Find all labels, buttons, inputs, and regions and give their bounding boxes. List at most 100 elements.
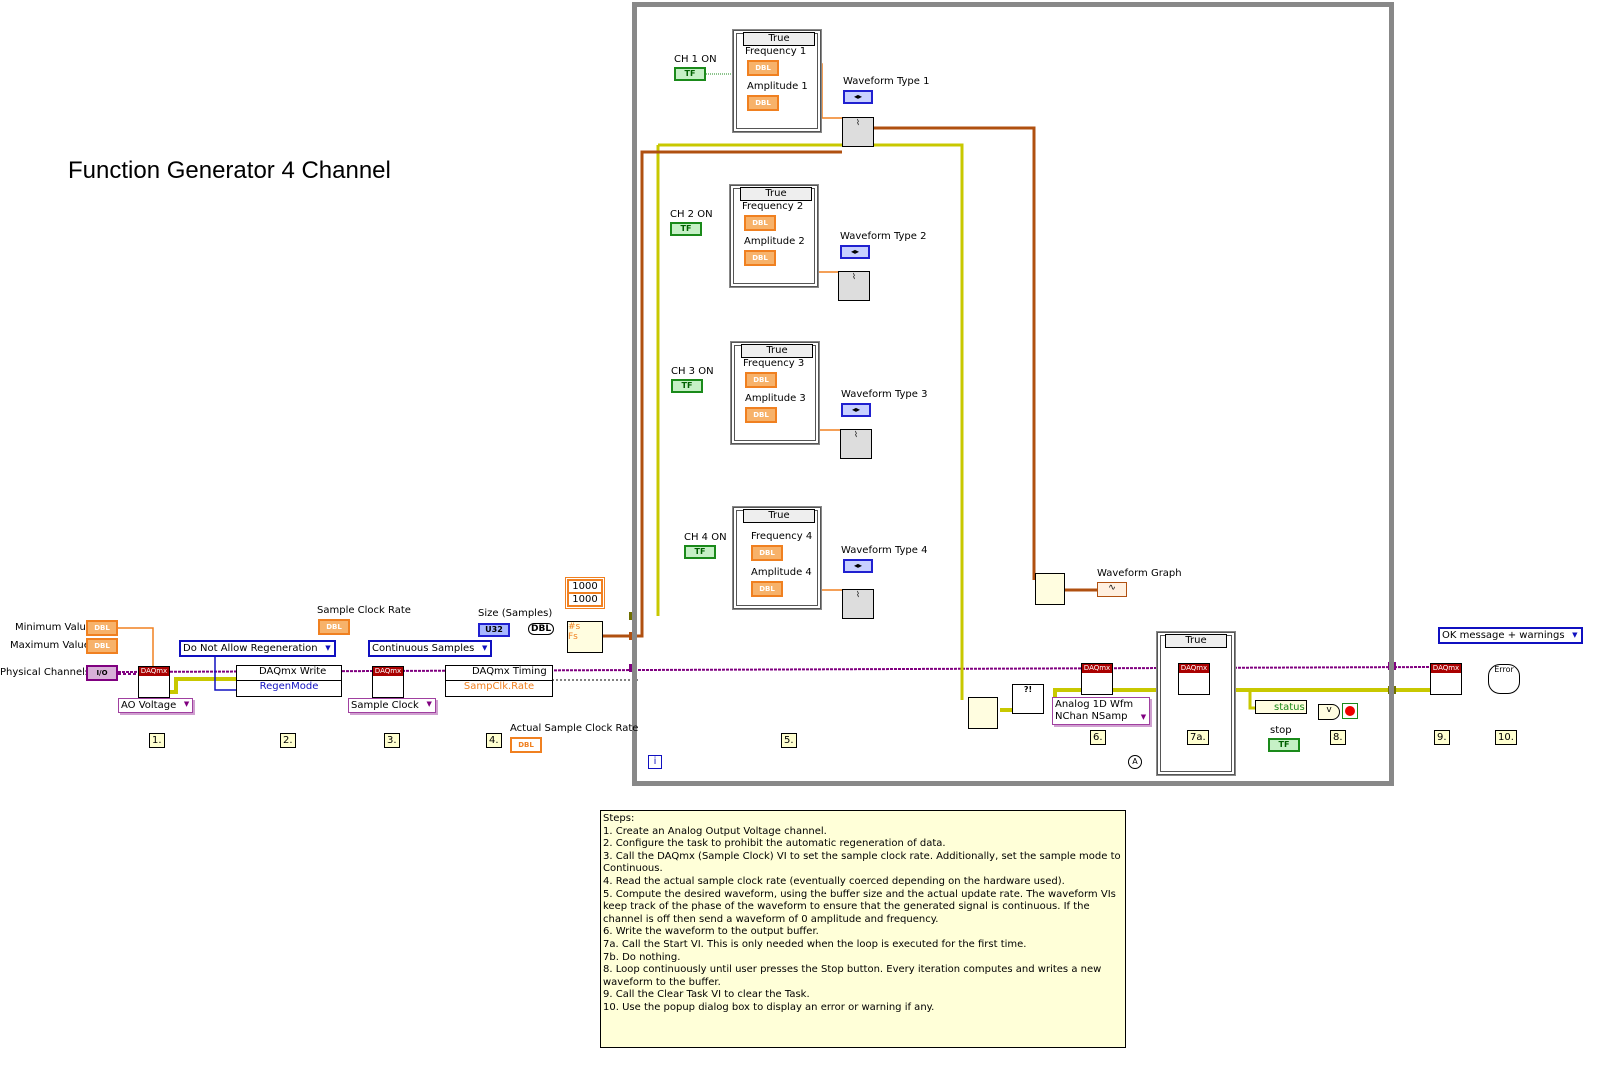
amplitude-control[interactable]: DBL	[751, 581, 783, 597]
size-samples-label: Size (Samples)	[478, 608, 553, 619]
waveform-type-control[interactable]: ◂▸	[843, 90, 873, 104]
regeneration-constant[interactable]: Do Not Allow Regeneration	[179, 640, 336, 657]
note-line: 1. Create an Analog Output Voltage chann…	[603, 825, 827, 837]
ch-on-control[interactable]: TF	[674, 67, 706, 81]
daqmx-write-vi[interactable]: DAQmx	[1081, 663, 1113, 695]
build-array-waveforms[interactable]	[1035, 573, 1065, 605]
sampclk-rate-property: SampClk.Rate	[463, 681, 535, 692]
frequency-label: Frequency 3	[743, 358, 805, 369]
size-samples-control[interactable]: U32	[478, 623, 510, 637]
step-label: 7a.	[1187, 730, 1209, 745]
merge-errors-vi[interactable]: ?!	[1012, 684, 1044, 714]
frequency-control[interactable]: DBL	[744, 215, 776, 231]
actual-sample-clock-rate-indicator: DBL	[510, 737, 542, 753]
to-dbl-conversion: DBL	[528, 623, 555, 635]
array-element[interactable]: 1000	[568, 593, 602, 606]
array-element[interactable]: 1000	[568, 580, 602, 593]
case-selector[interactable]: True	[1165, 634, 1227, 648]
sample-clock-selector[interactable]: Sample Clock	[348, 698, 436, 713]
ao-voltage-selector[interactable]: AO Voltage	[118, 698, 194, 713]
maximum-value-control[interactable]: DBL	[86, 638, 118, 654]
daqmx-timing-property-node[interactable]: DAQmx Timing SampClk.Rate	[445, 665, 553, 697]
ch-on-label: CH 1 ON	[674, 54, 717, 65]
steps-notes: Steps: 1. Create an Analog Output Voltag…	[600, 810, 1126, 1048]
status-unbundle[interactable]: status	[1255, 700, 1307, 714]
sample-mode-constant[interactable]: Continuous Samples	[368, 640, 493, 657]
simple-error-handler-vi[interactable]: Error	[1488, 664, 1520, 694]
daqmx-start-vi[interactable]: DAQmx	[1178, 663, 1210, 695]
array-constant[interactable]: 1000 1000	[565, 577, 605, 609]
sample-clock-rate-control[interactable]: DBL	[318, 619, 350, 635]
daqmx-header: DAQmx	[1431, 664, 1461, 673]
stop-button[interactable]: TF	[1268, 738, 1300, 752]
amplitude-control[interactable]: DBL	[747, 95, 779, 111]
waveform-type-control[interactable]: ◂▸	[841, 403, 871, 417]
case-structure[interactable]: True Frequency 1 DBL Amplitude 1 DBL	[732, 29, 822, 133]
minimum-value-control[interactable]: DBL	[86, 620, 118, 636]
write-mode-selector[interactable]: Analog 1D Wfm NChan NSamp	[1052, 697, 1151, 725]
case-structure-start[interactable]: True	[1156, 631, 1236, 776]
ch-on-control[interactable]: TF	[671, 379, 703, 393]
first-call-icon: A	[1128, 755, 1142, 769]
daqmx-header: DAQmx	[139, 667, 169, 676]
ch-on-control[interactable]: TF	[684, 545, 716, 559]
basic-function-generator-vi[interactable]: ⌇	[840, 429, 872, 459]
note-line: 7b. Do nothing.	[603, 951, 681, 963]
daqmx-write-property-node[interactable]: DAQmx Write RegenMode	[236, 665, 342, 697]
frequency-label: Frequency 4	[751, 531, 813, 542]
ch-on-label: CH 2 ON	[670, 209, 713, 220]
daqmx-clear-task-vi[interactable]: DAQmx	[1430, 663, 1462, 695]
iteration-terminal: i	[648, 755, 662, 769]
note-line: 6. Write the waveform to the output buff…	[603, 926, 819, 938]
waveform-type-control[interactable]: ◂▸	[840, 245, 870, 259]
frequency-control[interactable]: DBL	[747, 60, 779, 76]
basic-function-generator-vi[interactable]: ⌇	[842, 589, 874, 619]
note-line: 4. Read the actual sample clock rate (ev…	[603, 875, 1065, 887]
step-label: 10.	[1495, 730, 1517, 745]
waveform-type-control[interactable]: ◂▸	[843, 559, 873, 573]
step-label: 6.	[1090, 730, 1106, 745]
frequency-label: Frequency 1	[745, 46, 807, 57]
regen-mode-property: RegenMode	[259, 681, 319, 692]
waveform-type-label: Waveform Type 4	[841, 545, 928, 556]
step-label: 4.	[486, 733, 502, 748]
daqmx-timing-vi[interactable]: DAQmx	[372, 666, 404, 698]
daqmx-timing-label: DAQmx Timing	[446, 666, 552, 681]
stop-condition-icon[interactable]	[1342, 703, 1358, 719]
frequency-control[interactable]: DBL	[751, 545, 783, 561]
case-selector[interactable]: True	[741, 344, 813, 358]
diagram-title: Function Generator 4 Channel	[68, 157, 391, 184]
step-label: 9.	[1434, 730, 1450, 745]
samples-input: #s	[568, 622, 581, 632]
waveform-type-label: Waveform Type 2	[840, 231, 927, 242]
bundle-node[interactable]: #s Fs	[567, 621, 603, 653]
case-structure[interactable]: True Frequency 2 DBL Amplitude 2 DBL	[729, 184, 819, 288]
case-selector[interactable]: True	[743, 509, 815, 523]
ch-on-label: CH 4 ON	[684, 532, 727, 543]
amplitude-label: Amplitude 3	[745, 393, 806, 404]
case-selector[interactable]: True	[740, 187, 812, 201]
basic-function-generator-vi[interactable]: ⌇	[842, 117, 874, 147]
waveform-graph-label: Waveform Graph	[1097, 568, 1182, 579]
case-structure[interactable]: True Frequency 3 DBL Amplitude 3 DBL	[730, 341, 820, 445]
basic-function-generator-vi[interactable]: ⌇	[838, 271, 870, 301]
frequency-label: Frequency 2	[742, 201, 804, 212]
amplitude-control[interactable]: DBL	[744, 250, 776, 266]
or-gate-icon: v	[1318, 704, 1340, 720]
daqmx-header: DAQmx	[1082, 664, 1112, 673]
step-label: 1.	[149, 733, 165, 748]
physical-channels-label: Physical Channels	[0, 667, 91, 678]
step-label: 5.	[781, 733, 797, 748]
error-dialog-mode-constant[interactable]: OK message + warnings	[1438, 627, 1583, 644]
build-array-errors[interactable]	[968, 697, 998, 729]
note-line: Steps:	[603, 813, 635, 824]
amplitude-control[interactable]: DBL	[745, 407, 777, 423]
ch-on-control[interactable]: TF	[670, 222, 702, 236]
physical-channels-control[interactable]: I/O	[86, 665, 118, 681]
daqmx-create-channel-vi[interactable]: DAQmx	[138, 666, 170, 698]
frequency-control[interactable]: DBL	[745, 372, 777, 388]
step-label: 2.	[280, 733, 296, 748]
case-structure[interactable]: True Frequency 4 DBL Amplitude 4 DBL	[732, 506, 822, 610]
note-line: 8. Loop continuously until user presses …	[603, 964, 1102, 988]
case-selector[interactable]: True	[743, 32, 815, 46]
